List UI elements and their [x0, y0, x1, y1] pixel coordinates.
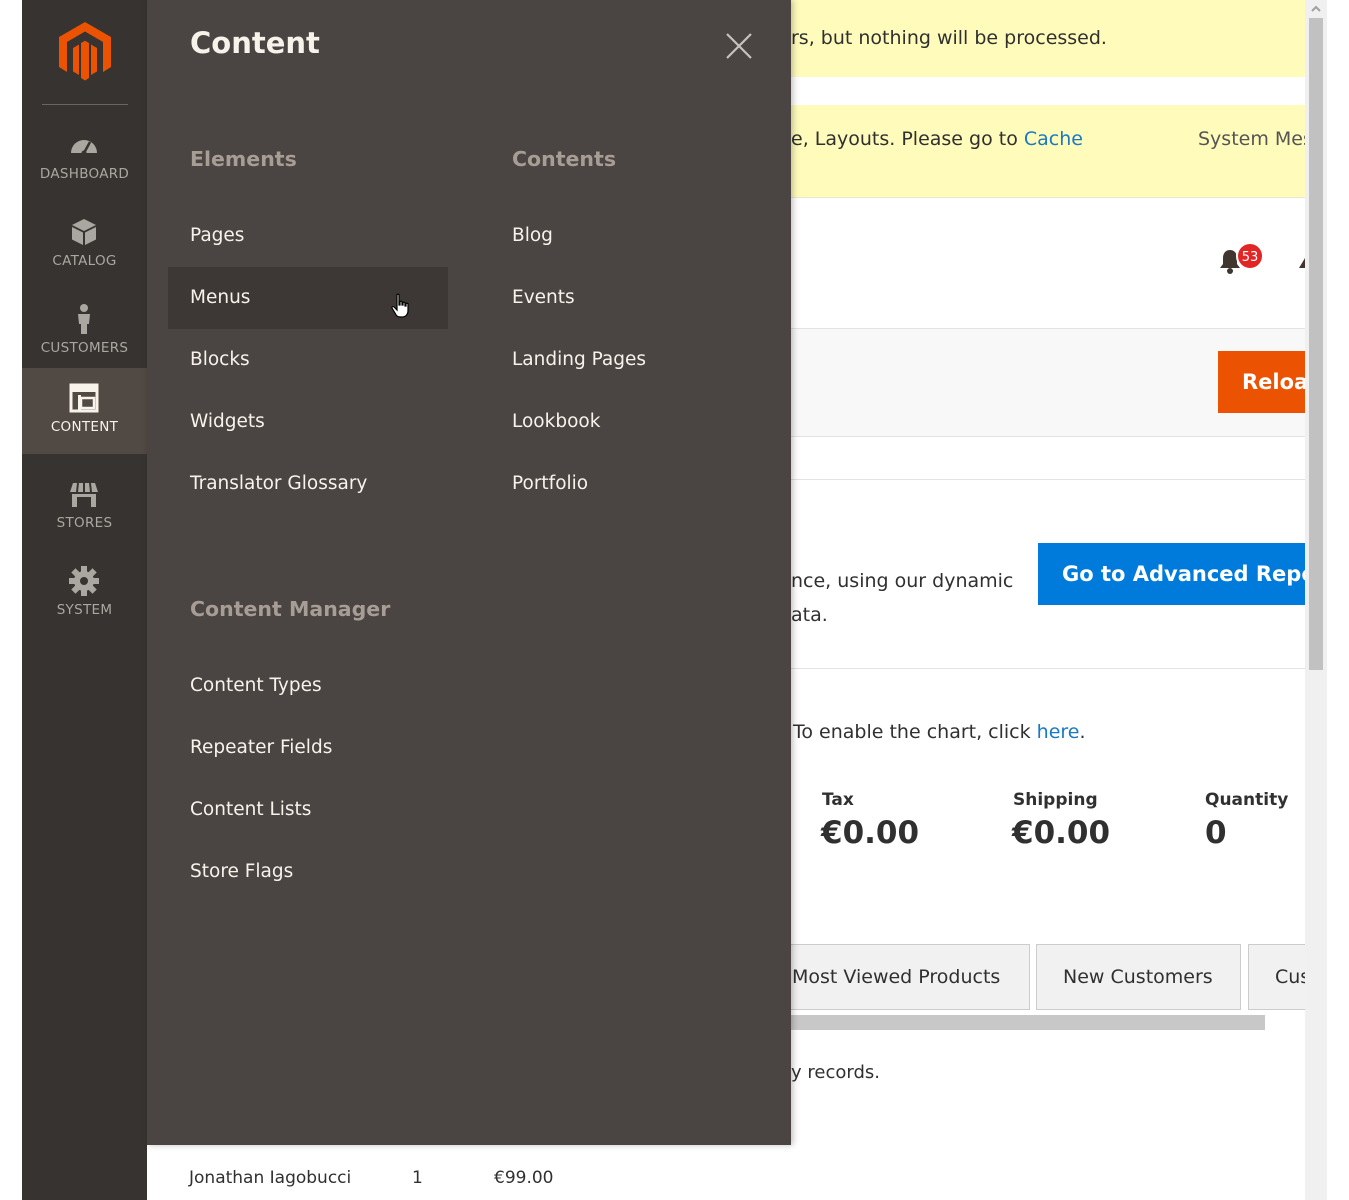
- sidebar-label-content: CONTENT: [50, 419, 119, 435]
- stat-value-shipping: €0.00: [1012, 815, 1111, 851]
- stat-label-shipping: Shipping: [1013, 790, 1098, 810]
- logo-divider: [42, 104, 128, 105]
- menu-item-translator-glossary[interactable]: Translator Glossary: [190, 453, 470, 515]
- system-message-1: rs, but nothing will be processed.: [791, 0, 1305, 77]
- catalog-icon: [72, 219, 96, 245]
- left-gutter: [0, 0, 22, 1200]
- menu-item-widgets[interactable]: Widgets: [190, 391, 470, 453]
- close-icon[interactable]: [724, 31, 754, 61]
- sidebar-item-customers[interactable]: CUSTOMERS: [22, 293, 147, 379]
- system-messages-link[interactable]: System Mes: [1198, 128, 1305, 150]
- advanced-reporting-text-1: nce, using our dynamic: [791, 570, 1014, 592]
- sidebar-label-dashboard: DASHBOARD: [39, 166, 130, 182]
- menu-item-lookbook[interactable]: Lookbook: [512, 391, 762, 453]
- reload-data-button[interactable]: Reloa: [1218, 351, 1305, 413]
- content-flyout-menu: Content Elements Pages Menus Blocks Widg…: [147, 0, 791, 1145]
- cache-link[interactable]: Cache: [1024, 128, 1083, 150]
- menu-item-events[interactable]: Events: [512, 267, 762, 329]
- account-icon[interactable]: [1291, 250, 1305, 274]
- sidebar-item-dashboard[interactable]: DASHBOARD: [22, 119, 147, 205]
- chart-prefix: To enable the chart, click: [793, 721, 1037, 743]
- flyout-title: Content: [190, 26, 320, 60]
- scrollbar-thumb[interactable]: [1309, 18, 1323, 670]
- advanced-reporting-text-2: ata.: [791, 604, 828, 626]
- customer-row-total: €99.00: [494, 1168, 554, 1188]
- system-message-1-text: rs, but nothing will be processed.: [791, 27, 1107, 49]
- customer-row-name: Jonathan Iagobucci: [189, 1168, 352, 1188]
- menu-item-content-lists[interactable]: Content Lists: [190, 779, 470, 841]
- sidebar-label-customers: CUSTOMERS: [40, 340, 129, 356]
- sidebar-label-catalog: CATALOG: [52, 253, 117, 269]
- scroll-up-arrow-icon[interactable]: [1309, 3, 1323, 15]
- system-icon: [69, 566, 99, 596]
- section-title-content-manager: Content Manager: [190, 597, 391, 621]
- menu-item-pages[interactable]: Pages: [190, 205, 470, 267]
- stat-value-tax: €0.00: [821, 815, 920, 851]
- content-icon: [69, 383, 99, 413]
- sidebar-item-stores[interactable]: STORES: [22, 468, 147, 554]
- section-title-elements: Elements: [190, 147, 297, 171]
- enable-chart-link[interactable]: here: [1037, 721, 1080, 743]
- system-message-2-prefix: e, Layouts. Please go to: [791, 128, 1024, 150]
- section-divider-1: [791, 479, 1305, 480]
- sidebar-item-content[interactable]: CONTENT: [22, 368, 147, 454]
- stores-icon: [70, 482, 98, 507]
- sidebar-label-system: SYSTEM: [56, 602, 113, 618]
- sidebar-item-catalog[interactable]: CATALOG: [22, 206, 147, 292]
- chart-disabled-text: To enable the chart, click here.: [793, 721, 1086, 743]
- menu-item-store-flags[interactable]: Store Flags: [190, 841, 470, 903]
- menu-item-portfolio[interactable]: Portfolio: [512, 453, 762, 515]
- dashboard-icon: [71, 140, 97, 156]
- section-divider-2: [791, 668, 1305, 669]
- stat-label-quantity: Quantity: [1205, 790, 1289, 810]
- admin-sidebar: DASHBOARD CATALOG CUSTOMERS CONTENT STOR…: [22, 0, 147, 1200]
- system-message-2: e, Layouts. Please go to Cache System Me…: [791, 105, 1305, 198]
- hand-cursor-icon: [391, 293, 409, 318]
- system-message-2-text: e, Layouts. Please go to Cache: [791, 128, 1083, 150]
- advanced-reporting-button[interactable]: Go to Advanced Repo: [1038, 543, 1305, 605]
- menu-item-repeater-fields[interactable]: Repeater Fields: [190, 717, 470, 779]
- menu-item-content-types[interactable]: Content Types: [190, 655, 470, 717]
- customers-icon: [78, 304, 90, 334]
- tab-most-viewed-products[interactable]: Most Viewed Products: [791, 944, 1030, 1010]
- right-gutter: [1327, 0, 1349, 1200]
- notification-count-badge: 53: [1236, 242, 1264, 270]
- no-records-text: y records.: [791, 1062, 880, 1083]
- tabs-horizontal-scrollbar[interactable]: [791, 1015, 1265, 1030]
- tab-new-customers[interactable]: New Customers: [1036, 944, 1241, 1010]
- customer-row-qty: 1: [412, 1168, 423, 1188]
- sidebar-label-stores: STORES: [56, 515, 113, 531]
- section-title-contents: Contents: [512, 147, 617, 171]
- stat-value-quantity: 0: [1205, 815, 1227, 851]
- menu-item-blocks[interactable]: Blocks: [190, 329, 470, 391]
- menu-item-landing-pages[interactable]: Landing Pages: [512, 329, 762, 391]
- tab-customers[interactable]: Cus: [1248, 944, 1305, 1010]
- dashboard-background: rs, but nothing will be processed. e, La…: [791, 0, 1305, 1200]
- stat-label-tax: Tax: [822, 790, 854, 810]
- chart-suffix: .: [1079, 721, 1086, 743]
- magento-logo-icon[interactable]: [59, 22, 111, 82]
- sidebar-item-system[interactable]: SYSTEM: [22, 555, 147, 641]
- menu-item-blog[interactable]: Blog: [512, 205, 762, 267]
